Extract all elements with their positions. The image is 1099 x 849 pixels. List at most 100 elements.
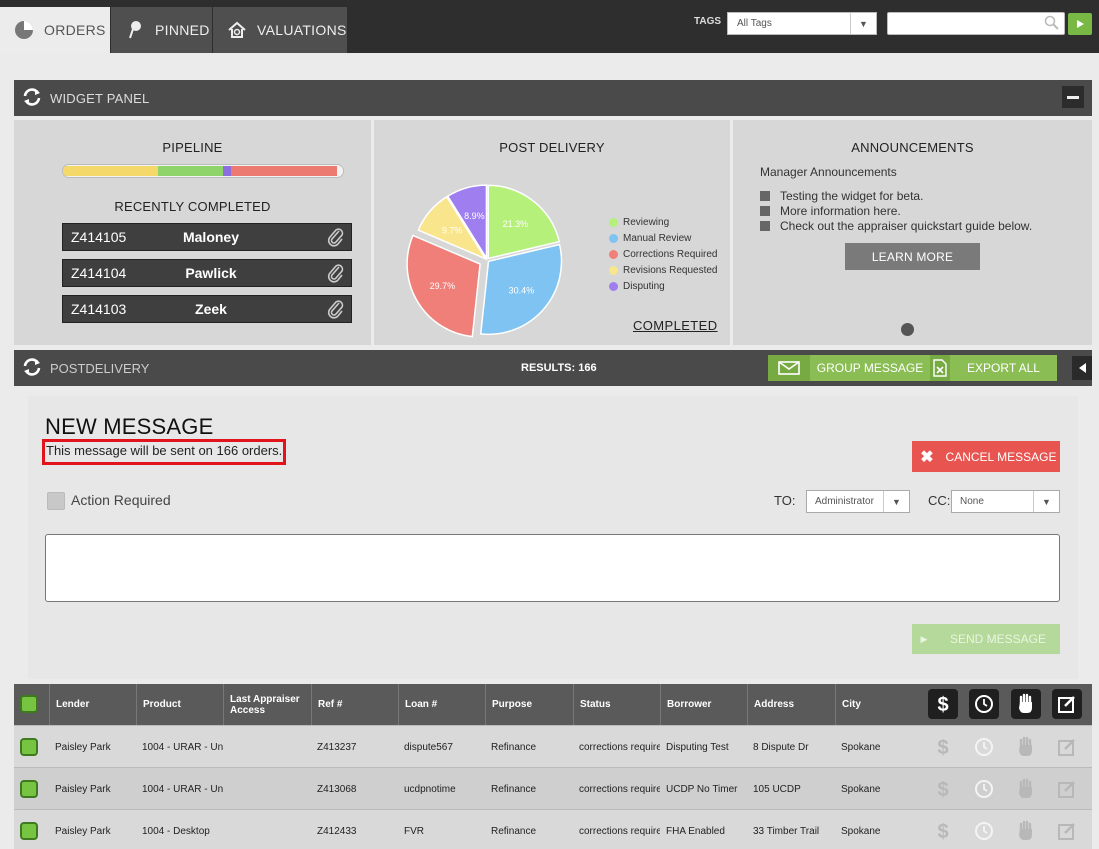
legend-item[interactable]: Disputing: [609, 278, 718, 294]
clock-icon[interactable]: [973, 820, 995, 842]
recent-order-row[interactable]: Z414104 Pawlick: [62, 259, 352, 287]
dollar-icon[interactable]: $: [932, 820, 954, 842]
completed-link[interactable]: COMPLETED: [633, 318, 718, 333]
send-message-button[interactable]: ▶ SEND MESSAGE: [912, 624, 1060, 654]
svg-text:$: $: [937, 737, 948, 758]
action-required-checkbox[interactable]: [47, 492, 65, 510]
to-select[interactable]: Administrator ▼: [806, 490, 910, 513]
clock-icon[interactable]: [969, 689, 999, 719]
hand-icon[interactable]: [1015, 736, 1037, 758]
tab-orders[interactable]: ORDERS: [0, 7, 110, 53]
search-input[interactable]: [887, 12, 1065, 35]
edit-icon[interactable]: [1056, 736, 1078, 758]
legend-item[interactable]: Reviewing: [609, 214, 718, 230]
column-header[interactable]: Lender: [49, 684, 136, 725]
action-required-label: Action Required: [71, 492, 171, 508]
chevron-down-icon: ▼: [1033, 491, 1059, 512]
arrow-left-icon: [1079, 363, 1086, 373]
legend-item[interactable]: Manual Review: [609, 230, 718, 246]
column-header[interactable]: Last Appraiser Access: [223, 684, 311, 725]
cc-label: CC:: [928, 493, 951, 508]
group-message-button[interactable]: GROUP MESSAGE: [768, 355, 930, 381]
legend-label: Corrections Required: [623, 248, 718, 260]
collapse-button[interactable]: [1062, 86, 1084, 108]
new-message-note: This message will be sent on 166 orders.: [42, 439, 286, 465]
edit-icon[interactable]: [1056, 820, 1078, 842]
legend-swatch: [609, 249, 618, 259]
legend-item[interactable]: Revisions Requested: [609, 262, 718, 278]
column-header[interactable]: Borrower: [660, 684, 747, 725]
row-checkbox[interactable]: [20, 738, 38, 756]
paperclip-icon[interactable]: [327, 299, 345, 322]
clock-icon[interactable]: [973, 778, 995, 800]
tab-orders-label: ORDERS: [44, 22, 106, 38]
hand-icon[interactable]: [1015, 778, 1037, 800]
table-row[interactable]: Paisley Park 1004 - Desktop Z412433 FVR Refi…: [14, 809, 1092, 849]
widget-panel-title: WIDGET PANEL: [50, 90, 150, 106]
refresh-icon[interactable]: [22, 357, 42, 379]
recently-completed-title: RECENTLY COMPLETED: [114, 199, 271, 214]
select-all-checkbox[interactable]: [20, 695, 38, 713]
edit-icon[interactable]: [1052, 689, 1082, 719]
paperclip-icon[interactable]: [327, 227, 345, 250]
tab-valuations[interactable]: VALUATIONS: [213, 7, 347, 53]
envelope-icon: [768, 355, 810, 381]
recent-order-row[interactable]: Z414105 Maloney: [62, 223, 352, 251]
svg-text:$: $: [937, 694, 948, 715]
message-textarea[interactable]: [45, 534, 1060, 602]
dollar-icon[interactable]: $: [928, 689, 958, 719]
announcement-text: Check out the appraiser quickstart guide…: [780, 219, 1033, 233]
table-row[interactable]: Paisley Park 1004 - URAR - Unifo Z413068 uc…: [14, 767, 1092, 809]
pipeline-segment[interactable]: [158, 166, 223, 176]
dollar-icon[interactable]: $: [932, 736, 954, 758]
dollar-icon[interactable]: $: [932, 778, 954, 800]
bullet-icon: [760, 206, 770, 216]
table-body: Paisley Park 1004 - URAR - Unifo Z413237 di…: [14, 725, 1092, 849]
row-checkbox[interactable]: [20, 780, 38, 798]
announcement-item: More information here.: [760, 204, 901, 218]
pipeline-progress-bar[interactable]: [62, 164, 344, 178]
tags-select[interactable]: All Tags ▼: [727, 12, 877, 35]
table-cell: Refinance: [491, 825, 537, 837]
column-header[interactable]: Ref #: [311, 684, 398, 725]
carousel-dot[interactable]: [901, 323, 914, 336]
tags-select-value: All Tags: [737, 18, 772, 29]
search-go-button[interactable]: [1068, 13, 1092, 35]
column-header[interactable]: Address: [747, 684, 835, 725]
edit-icon[interactable]: [1056, 778, 1078, 800]
hand-icon[interactable]: [1015, 820, 1037, 842]
table-cell: corrections requirec: [579, 825, 660, 837]
table-cell: [223, 726, 311, 768]
pipeline-segment[interactable]: [63, 166, 159, 176]
clock-icon[interactable]: [973, 736, 995, 758]
collapse-left-button[interactable]: [1072, 356, 1092, 380]
legend-swatch: [609, 233, 618, 243]
column-header[interactable]: Status: [573, 684, 660, 725]
paperclip-icon[interactable]: [327, 263, 345, 286]
tab-pinned-label: PINNED: [155, 22, 210, 38]
search-icon[interactable]: [1044, 15, 1060, 36]
table-cell: Disputing Test: [666, 741, 729, 753]
column-header[interactable]: Product: [136, 684, 223, 725]
column-header[interactable]: Loan #: [398, 684, 485, 725]
cc-select[interactable]: None ▼: [951, 490, 1060, 513]
play-arrow-icon: ▶: [920, 633, 928, 644]
recent-order-row[interactable]: Z414103 Zeek: [62, 295, 352, 323]
refresh-icon[interactable]: [22, 87, 42, 109]
table-row[interactable]: Paisley Park 1004 - URAR - Unifo Z413237 di…: [14, 725, 1092, 767]
learn-more-button[interactable]: LEARN MORE: [845, 243, 980, 270]
pipeline-segment[interactable]: [222, 166, 231, 176]
cancel-message-button[interactable]: ✖ CANCEL MESSAGE: [912, 441, 1060, 472]
pipeline-segment[interactable]: [230, 166, 338, 176]
row-checkbox[interactable]: [20, 822, 38, 840]
svg-text:$: $: [937, 779, 948, 800]
post-delivery-pie-chart: 21.3% 30.4% 29.7% 9.7%8.9%: [406, 184, 563, 338]
column-header[interactable]: City: [835, 684, 922, 725]
export-all-button[interactable]: EXPORT ALL: [930, 355, 1057, 381]
hand-icon[interactable]: [1011, 689, 1041, 719]
pipeline-segment[interactable]: [337, 166, 343, 176]
pie-slice-label: 8.9%: [464, 211, 485, 221]
tab-pinned[interactable]: PINNED: [111, 7, 212, 53]
legend-item[interactable]: Corrections Required: [609, 246, 718, 262]
column-header[interactable]: Purpose: [485, 684, 573, 725]
